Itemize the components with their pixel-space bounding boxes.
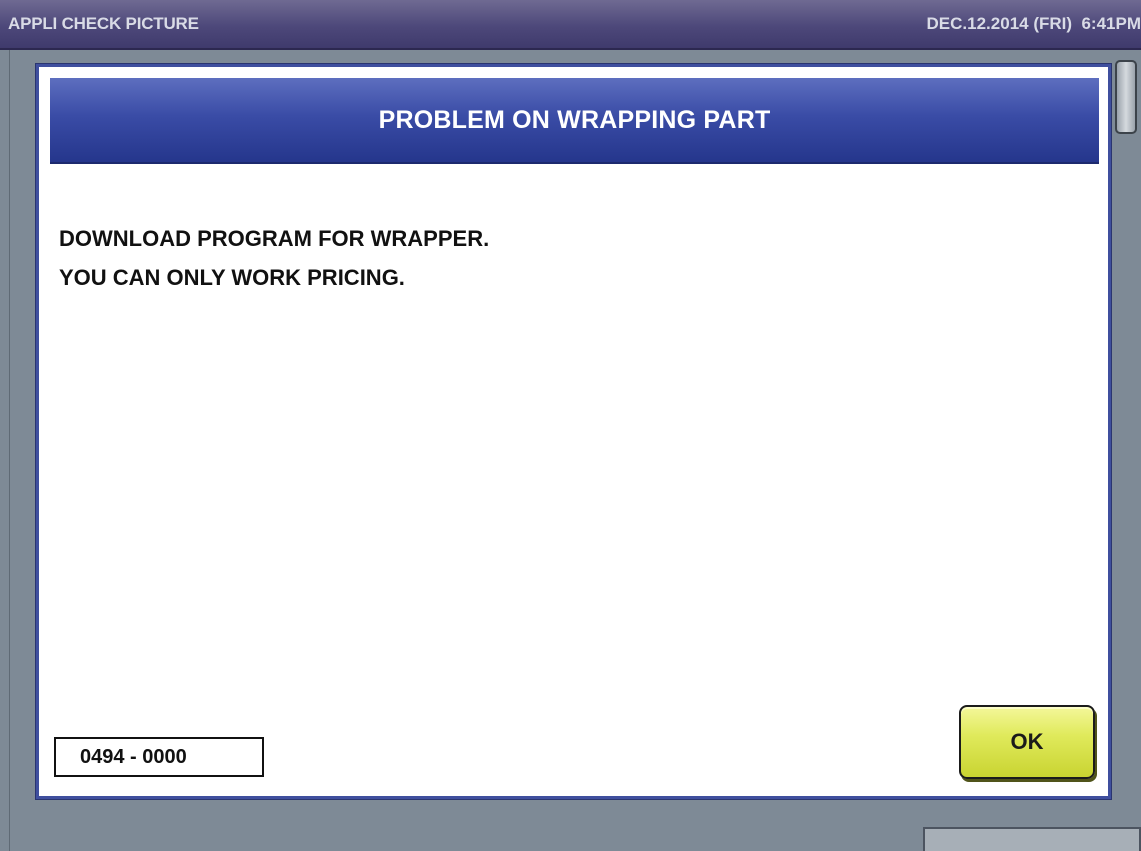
bottom-right-tab[interactable] — [923, 827, 1141, 851]
error-code: 0494 - 0000 — [80, 745, 187, 768]
error-code-box: 0494 - 0000 — [54, 737, 264, 777]
ok-button-label: OK — [1010, 729, 1044, 754]
app-title: APPLI CHECK PICTURE — [8, 14, 199, 33]
error-dialog: PROBLEM ON WRAPPING PART DOWNLOAD PROGRA… — [36, 64, 1111, 799]
scrollbar-thumb[interactable] — [1115, 60, 1137, 134]
ok-button[interactable]: OK — [959, 705, 1095, 779]
left-panel-edge — [0, 50, 10, 851]
date-time-display: DEC.12.2014 (FRI) 6:41PM — [926, 14, 1141, 33]
device-screen: APPLI CHECK PICTURE DEC.12.2014 (FRI) 6:… — [0, 0, 1141, 851]
message-line-2: YOU CAN ONLY WORK PRICING. — [59, 265, 405, 290]
dialog-title: PROBLEM ON WRAPPING PART — [378, 105, 771, 134]
message-line-1: DOWNLOAD PROGRAM FOR WRAPPER. — [59, 226, 490, 251]
dialog-message: DOWNLOAD PROGRAM FOR WRAPPER. YOU CAN ON… — [59, 219, 489, 297]
scrollbar[interactable] — [1108, 50, 1141, 851]
dialog-header: PROBLEM ON WRAPPING PART — [50, 78, 1099, 164]
top-bar: APPLI CHECK PICTURE DEC.12.2014 (FRI) 6:… — [0, 0, 1141, 50]
